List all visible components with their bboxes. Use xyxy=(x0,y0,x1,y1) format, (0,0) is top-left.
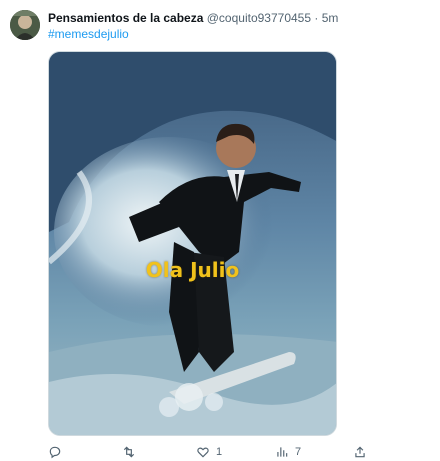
separator-dot: · xyxy=(314,11,319,25)
retweet-icon xyxy=(123,446,135,458)
reply-button[interactable] xyxy=(48,443,68,461)
tweet-header: Pensamientos de la cabeza @coquito937704… xyxy=(48,11,338,25)
tweet-actions: 1 7 xyxy=(48,443,378,461)
meme-image-art xyxy=(49,52,336,435)
like-icon xyxy=(197,447,209,458)
display-name[interactable]: Pensamientos de la cabeza xyxy=(48,11,203,25)
user-handle[interactable]: @coquito93770455 xyxy=(207,11,311,25)
tweet-image[interactable]: Ola Julio xyxy=(48,51,337,436)
reply-icon xyxy=(49,446,61,459)
views-count: 7 xyxy=(295,446,302,458)
timestamp[interactable]: 5m xyxy=(322,11,339,25)
views-button[interactable]: 7 xyxy=(275,443,301,461)
share-icon xyxy=(355,446,365,458)
tweet[interactable]: Pensamientos de la cabeza @coquito937704… xyxy=(0,0,440,461)
views-icon xyxy=(277,447,288,457)
avatar[interactable] xyxy=(10,10,40,40)
share-button[interactable] xyxy=(353,443,367,461)
image-caption: Ola Julio xyxy=(145,258,240,282)
hashtag-link[interactable]: #memesdejulio xyxy=(48,27,129,41)
like-count: 1 xyxy=(216,446,223,458)
retweet-button[interactable] xyxy=(122,443,142,461)
like-button[interactable]: 1 xyxy=(196,443,222,461)
